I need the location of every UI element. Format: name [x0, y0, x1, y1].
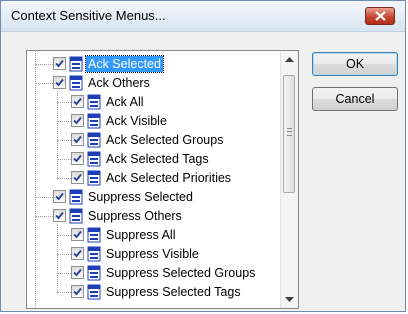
- checkmark-icon: [73, 268, 82, 277]
- tree-item-label: Ack Selected Priorities: [106, 171, 232, 185]
- tree-checkbox[interactable]: [71, 171, 84, 184]
- close-button[interactable]: [365, 7, 395, 25]
- checkmark-icon: [73, 116, 82, 125]
- tree-item-label: Suppress Selected: [88, 190, 193, 204]
- tree-checkbox[interactable]: [71, 95, 84, 108]
- checkmark-icon: [55, 78, 64, 87]
- dialog-window: Context Sensitive Menus... Ack Selected A…: [0, 0, 406, 312]
- menu-node-icon: [87, 132, 101, 148]
- checkmark-icon: [55, 211, 64, 220]
- tree-checkbox[interactable]: [71, 247, 84, 260]
- menu-node-icon: [87, 284, 101, 300]
- checkmark-icon: [73, 249, 82, 258]
- vertical-scrollbar[interactable]: [280, 51, 298, 308]
- checkmark-icon: [73, 230, 82, 239]
- menu-node-icon: [87, 227, 101, 243]
- checkmark-icon: [73, 154, 82, 163]
- tree-checkbox[interactable]: [71, 285, 84, 298]
- tree-connector-line: [35, 216, 53, 217]
- menu-node-icon: [87, 113, 101, 129]
- tree-connector-line: [57, 140, 71, 141]
- checkmark-icon: [55, 192, 64, 201]
- scroll-down-arrow[interactable]: [281, 291, 298, 308]
- tree-checkbox[interactable]: [71, 266, 84, 279]
- tree-item-label: Suppress Selected Groups: [106, 266, 256, 280]
- tree-connector-line: [35, 64, 53, 65]
- tree-connector-line: [35, 51, 36, 308]
- tree-connector-line: [57, 121, 71, 122]
- checkmark-icon: [73, 173, 82, 182]
- menu-node-icon: [69, 189, 83, 205]
- menu-node-icon: [87, 265, 101, 281]
- tree-checkbox[interactable]: [71, 114, 84, 127]
- up-arrow-icon: [285, 57, 294, 62]
- menu-node-icon: [87, 151, 101, 167]
- tree-item-label: Suppress Others: [88, 209, 182, 223]
- tree-item-label: Suppress Selected Tags: [106, 285, 241, 299]
- tree-connector-line: [57, 102, 71, 103]
- tree-connector-line: [35, 83, 53, 84]
- menu-node-icon: [87, 170, 101, 186]
- tree-connector-line: [57, 273, 71, 274]
- menu-node-icon: [87, 94, 101, 110]
- tree-item-label: Ack Selected: [85, 55, 164, 73]
- checkmark-icon: [73, 97, 82, 106]
- tree-connector-line: [57, 292, 71, 293]
- tree-item-label: Ack Selected Groups: [106, 133, 224, 147]
- ok-button[interactable]: OK: [312, 52, 398, 76]
- tree-item-label: Ack Visible: [106, 114, 167, 128]
- tree-item-label: Ack All: [106, 95, 144, 109]
- tree-checkbox[interactable]: [71, 152, 84, 165]
- grip-icon: [287, 128, 292, 136]
- tree-checkbox[interactable]: [53, 76, 66, 89]
- checkmark-icon: [73, 287, 82, 296]
- tree-connector-line: [57, 235, 71, 236]
- scroll-up-arrow[interactable]: [281, 51, 298, 68]
- tree-checkbox[interactable]: [53, 57, 66, 70]
- menu-tree[interactable]: Ack Selected Ack Others Ack All Ack Visible…: [26, 50, 299, 309]
- tree-connector-line: [57, 91, 58, 178]
- down-arrow-icon: [285, 297, 294, 302]
- menu-node-icon: [87, 246, 101, 262]
- tree-item-label: Suppress All: [106, 228, 176, 242]
- tree-connector-line: [57, 254, 71, 255]
- tree-connector-line: [57, 159, 71, 160]
- tree-item-label: Ack Others: [88, 76, 150, 90]
- tree-item-label: Suppress Visible: [106, 247, 199, 261]
- title-bar[interactable]: Context Sensitive Menus...: [1, 1, 405, 32]
- tree-checkbox[interactable]: [71, 228, 84, 241]
- tree-connector-line: [57, 178, 71, 179]
- menu-node-icon: [69, 208, 83, 224]
- dialog-body: Ack Selected Ack Others Ack All Ack Visible…: [1, 32, 405, 311]
- tree-checkbox[interactable]: [53, 209, 66, 222]
- close-x-icon: [375, 11, 386, 21]
- tree-item-label: Ack Selected Tags: [106, 152, 209, 166]
- menu-node-icon: [69, 56, 83, 72]
- checkmark-icon: [55, 59, 64, 68]
- tree-checkbox[interactable]: [53, 190, 66, 203]
- checkmark-icon: [73, 135, 82, 144]
- window-title: Context Sensitive Menus...: [11, 8, 166, 23]
- menu-node-icon: [69, 75, 83, 91]
- cancel-button[interactable]: Cancel: [312, 87, 398, 111]
- tree-connector-line: [35, 197, 53, 198]
- scroll-thumb[interactable]: [283, 75, 295, 193]
- tree-checkbox[interactable]: [71, 133, 84, 146]
